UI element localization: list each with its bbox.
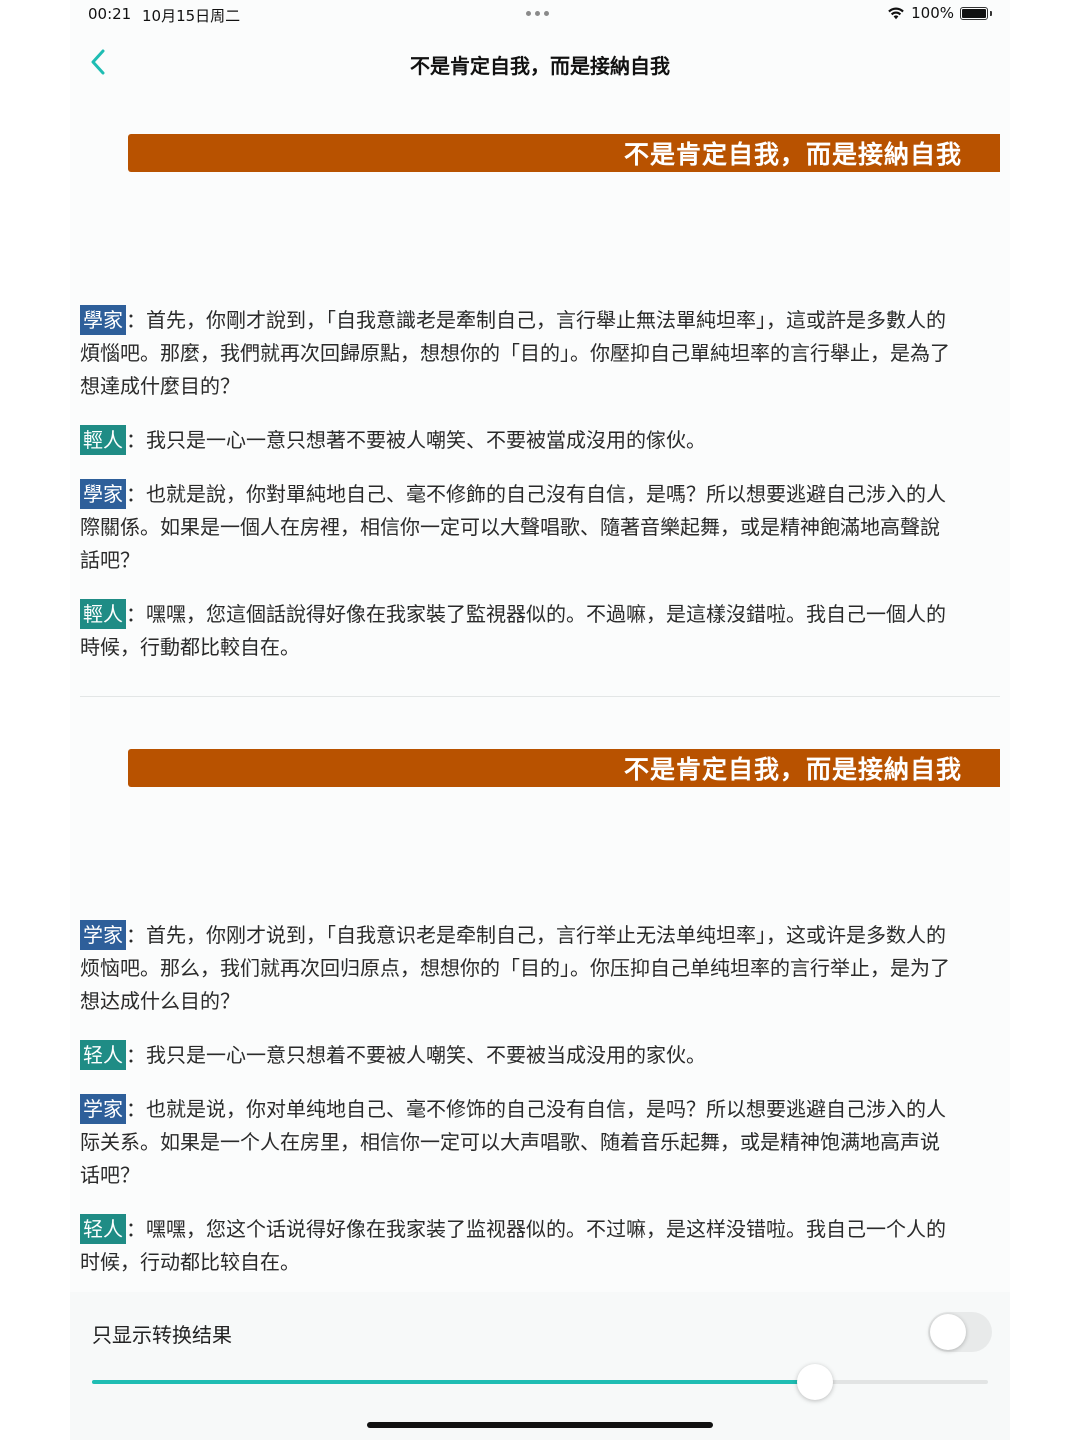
dialogue-paragraph: 學家 ：首先，你剛才說到，「自我意識老是牽制自己，言行舉止無法單純坦率」，這或許是…	[80, 304, 1000, 403]
show-result-only-toggle[interactable]	[928, 1312, 992, 1352]
dialogue-paragraph: 轻人 ：嘿嘿，您这个话说得好像在我家装了监视器似的。不过嘛，是这样没错啦。我自己一…	[80, 1213, 1000, 1279]
status-date: 10月15日周二	[142, 7, 241, 25]
speaker-tag: 輕人	[80, 425, 126, 455]
status-bar: 00:21 10月15日周二 100%	[70, 0, 1010, 30]
toggle-label: 只显示转换结果	[92, 1323, 232, 1347]
bottom-controls: 只显示转换结果	[70, 1292, 1010, 1440]
app-frame: 00:21 10月15日周二 100% 不是肯定自我，而是接納自我 不是肯定自我…	[70, 0, 1010, 1440]
article-content: 不是肯定自我，而是接納自我 學家 ：首先，你剛才說到，「自我意識老是牽制自己，言行…	[80, 106, 1000, 1279]
font-size-slider[interactable]	[92, 1364, 988, 1400]
nav-bar: 不是肯定自我，而是接納自我	[70, 38, 1010, 88]
dialogue-paragraph: 學家 ：也就是說，你對單純地自己、毫不修飾的自己沒有自信，是嗎？所以想要逃避自己涉…	[80, 478, 1000, 577]
status-indicators: 100%	[887, 4, 992, 22]
battery-tip	[990, 10, 992, 16]
dialogue-text: ：我只是一心一意只想着不要被人嘲笑、不要被当成没用的家伙。	[126, 1043, 706, 1067]
battery-icon	[960, 6, 988, 20]
speaker-tag: 輕人	[80, 599, 126, 629]
dialogue-text: ：首先，你剛才說到，「自我意識老是牽制自己，言行舉止無法單純坦率」，這或許是多數…	[80, 308, 950, 398]
dialogue-text: ：我只是一心一意只想著不要被人嘲笑、不要被當成沒用的傢伙。	[126, 428, 706, 452]
dialogue-text: ：首先，你刚才说到，「自我意识老是牵制自己，言行举止无法单纯坦率」，这或许是多数…	[80, 923, 950, 1013]
speaker-tag: 学家	[80, 920, 126, 950]
dialogue-text: ：也就是說，你對單純地自己、毫不修飾的自己沒有自信，是嗎？所以想要逃避自己涉入的…	[80, 482, 946, 572]
speaker-tag: 學家	[80, 479, 126, 509]
dialogue-text: ：嘿嘿，您這個話說得好像在我家裝了監視器似的。不過嘛，是這樣沒錯啦。我自己一個人…	[80, 602, 946, 659]
battery-percent: 100%	[911, 4, 954, 22]
speaker-tag: 学家	[80, 1094, 126, 1124]
section-simplified: 不是肯定自我，而是接納自我 学家 ：首先，你刚才说到，「自我意识老是牵制自己，言行…	[80, 697, 1000, 1279]
section-traditional: 不是肯定自我，而是接納自我 學家 ：首先，你剛才說到，「自我意識老是牽制自己，言行…	[80, 106, 1000, 664]
speaker-tag: 轻人	[80, 1040, 126, 1070]
speaker-tag: 轻人	[80, 1214, 126, 1244]
dialogue-text: ：嘿嘿，您这个话说得好像在我家装了监视器似的。不过嘛，是这样没错啦。我自己一个人…	[80, 1217, 946, 1274]
dialogue-paragraph: 輕人 ：嘿嘿，您這個話說得好像在我家裝了監視器似的。不過嘛，是這樣沒錯啦。我自己一…	[80, 598, 1000, 664]
dialogue-paragraph: 轻人 ：我只是一心一意只想着不要被人嘲笑、不要被当成没用的家伙。	[80, 1039, 1000, 1072]
page-title: 不是肯定自我，而是接納自我	[410, 54, 670, 78]
section-banner: 不是肯定自我，而是接納自我	[128, 134, 1000, 172]
wifi-icon	[888, 7, 904, 20]
section-banner: 不是肯定自我，而是接納自我	[128, 749, 1000, 787]
dialogue-text: ：也就是说，你对单纯地自己、毫不修饰的自己没有自信，是吗？所以想要逃避自己涉入的…	[80, 1097, 946, 1187]
multitasking-dots-icon[interactable]	[526, 11, 549, 16]
slider-thumb[interactable]	[797, 1364, 834, 1400]
speaker-tag: 學家	[80, 305, 126, 335]
dialogue-paragraph: 学家 ：首先，你刚才说到，「自我意识老是牵制自己，言行举止无法单纯坦率」，这或许是…	[80, 919, 1000, 1018]
dialogue-paragraph: 学家 ：也就是说，你对单纯地自己、毫不修饰的自己没有自信，是吗？所以想要逃避自己涉…	[80, 1093, 1000, 1192]
dialogue-paragraph: 輕人 ：我只是一心一意只想著不要被人嘲笑、不要被當成沒用的傢伙。	[80, 424, 1000, 457]
home-indicator[interactable]	[367, 1422, 713, 1428]
toggle-knob[interactable]	[930, 1314, 966, 1350]
slider-fill	[92, 1380, 816, 1384]
status-time: 00:21	[88, 5, 132, 23]
